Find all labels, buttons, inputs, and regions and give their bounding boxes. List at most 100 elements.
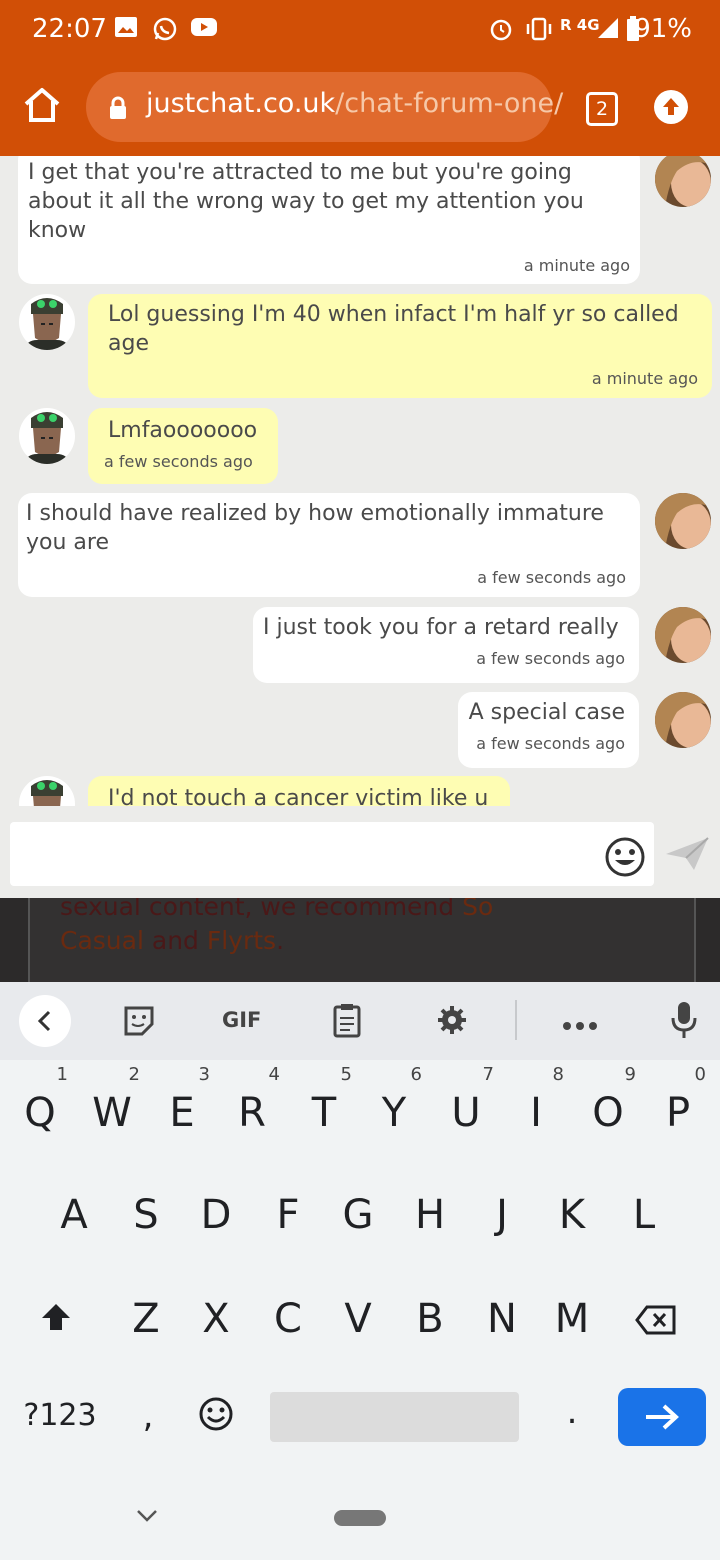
key-y[interactable]: Y6	[364, 1064, 424, 1136]
message-text: I'd not touch a cancer victim like u	[108, 786, 489, 806]
key-s[interactable]: S	[116, 1192, 176, 1238]
url-path: /chat-forum-one/	[335, 88, 564, 119]
collapse-toolbar-button[interactable]	[18, 994, 72, 1052]
page-text: sexual content, we recommend	[60, 898, 463, 921]
url-text: justchat.co.uk/chat-forum-one/	[146, 88, 563, 119]
message-time: a few seconds ago	[476, 734, 625, 753]
message-time: a few seconds ago	[477, 568, 626, 587]
keyboard-toolbar: GIF	[0, 982, 720, 1060]
symbols-key[interactable]: ?123	[20, 1398, 100, 1433]
message-text: A special case	[468, 700, 625, 725]
message-bubble: I should have realized by how emotionall…	[18, 493, 640, 597]
key-f[interactable]: F	[258, 1192, 318, 1238]
key-c[interactable]: C	[258, 1296, 318, 1342]
self-avatar[interactable]	[655, 692, 711, 748]
key-e[interactable]: E3	[152, 1064, 212, 1136]
self-avatar[interactable]	[655, 607, 711, 663]
url-host: justchat.co.uk	[146, 88, 336, 119]
shift-key[interactable]	[26, 1298, 86, 1344]
key-m[interactable]: M	[542, 1296, 602, 1342]
emoji-key-icon[interactable]	[186, 1396, 246, 1442]
message-bubble: Lmfaooooooo a few seconds ago	[88, 408, 278, 484]
backspace-icon[interactable]	[626, 1300, 686, 1346]
key-o[interactable]: O9	[578, 1064, 638, 1136]
flyrts-link[interactable]: Flyrts	[207, 926, 276, 955]
emoji-icon[interactable]	[604, 836, 646, 882]
home-gesture-pill[interactable]	[334, 1510, 386, 1526]
more-options-icon[interactable]	[562, 1016, 598, 1035]
message-bubble: Lol guessing I'm 40 when infact I'm half…	[88, 294, 712, 398]
self-avatar[interactable]	[655, 156, 711, 207]
page-text: and	[143, 926, 207, 955]
toolbar-divider	[515, 1000, 517, 1040]
so-casual-link[interactable]: So	[462, 898, 493, 921]
message-text: Lol guessing I'm 40 when infact I'm half…	[108, 302, 679, 356]
clipboard-icon[interactable]	[332, 1002, 362, 1042]
key-t[interactable]: T5	[294, 1064, 354, 1136]
key-p[interactable]: P0	[648, 1064, 708, 1136]
key-d[interactable]: D	[186, 1192, 246, 1238]
period-key[interactable]: .	[542, 1392, 602, 1432]
message-bubble: I just took you for a retard really a fe…	[253, 607, 639, 683]
enter-key[interactable]	[618, 1388, 706, 1446]
comma-key[interactable]: ,	[118, 1396, 178, 1436]
chat-message-list[interactable]: I get that you're attracted to me but yo…	[0, 156, 720, 806]
page-text: .	[276, 926, 285, 955]
update-icon[interactable]	[654, 90, 688, 124]
hide-keyboard-chevron-icon[interactable]	[136, 1508, 158, 1527]
network-type: R 4G	[560, 16, 600, 34]
onscreen-keyboard: Q1 W2 E3 R4 T5 Y6 U7 I8 O9 P0 A S D F G …	[0, 1060, 720, 1478]
key-k[interactable]: K	[542, 1192, 602, 1238]
message-time: a few seconds ago	[476, 649, 625, 668]
key-q[interactable]: Q1	[10, 1064, 70, 1136]
message-text: Lmfaooooooo	[108, 418, 258, 443]
message-text: I just took you for a retard really	[263, 615, 619, 640]
settings-gear-icon[interactable]	[436, 1004, 468, 1040]
lock-icon	[108, 96, 128, 124]
key-h[interactable]: H	[400, 1192, 460, 1238]
sticker-icon[interactable]	[122, 1004, 156, 1042]
system-nav-bar	[0, 1478, 720, 1560]
key-j[interactable]: J	[472, 1192, 532, 1238]
send-icon[interactable]	[664, 836, 710, 876]
message-time: a minute ago	[591, 369, 698, 388]
message-bubble: I'd not touch a cancer victim like u	[88, 776, 510, 806]
home-icon[interactable]	[22, 86, 62, 128]
other-user-avatar[interactable]	[19, 408, 75, 464]
alarm-icon	[488, 16, 514, 46]
other-user-avatar[interactable]	[19, 294, 75, 350]
message-text: I should have realized by how emotionall…	[26, 501, 604, 555]
key-l[interactable]: L	[614, 1192, 674, 1238]
vibrate-icon	[524, 16, 554, 46]
so-casual-link[interactable]: Casual	[60, 926, 144, 955]
other-user-avatar[interactable]	[19, 776, 75, 806]
arrow-right-icon	[646, 1404, 679, 1430]
signal-icon	[596, 16, 620, 44]
key-g[interactable]: G	[328, 1192, 388, 1238]
key-i[interactable]: I8	[506, 1064, 566, 1136]
self-avatar[interactable]	[655, 493, 711, 549]
key-n[interactable]: N	[472, 1296, 532, 1342]
status-bar: 22:07 R 4G 91%	[0, 0, 720, 60]
microphone-icon[interactable]	[670, 1000, 698, 1044]
gallery-notification-icon	[114, 16, 138, 42]
key-r[interactable]: R4	[222, 1064, 282, 1136]
message-bubble: I get that you're attracted to me but yo…	[18, 156, 640, 284]
gif-button[interactable]: GIF	[222, 1008, 261, 1032]
address-bar[interactable]: justchat.co.uk/chat-forum-one/	[86, 72, 563, 142]
message-text: I get that you're attracted to me but yo…	[28, 160, 584, 243]
key-z[interactable]: Z	[116, 1296, 176, 1342]
key-u[interactable]: U7	[436, 1064, 496, 1136]
message-time: a minute ago	[523, 256, 630, 275]
space-bar[interactable]	[270, 1392, 519, 1442]
key-w[interactable]: W2	[82, 1064, 142, 1136]
key-b[interactable]: B	[400, 1296, 460, 1342]
message-composer	[0, 806, 720, 898]
key-a[interactable]: A	[44, 1192, 104, 1238]
browser-toolbar: justchat.co.uk/chat-forum-one/ 2	[0, 60, 720, 156]
tab-switcher-button[interactable]: 2	[586, 92, 618, 126]
key-v[interactable]: V	[328, 1296, 388, 1342]
key-x[interactable]: X	[186, 1296, 246, 1342]
battery-percent: 91%	[634, 14, 692, 44]
message-input[interactable]	[10, 822, 654, 886]
